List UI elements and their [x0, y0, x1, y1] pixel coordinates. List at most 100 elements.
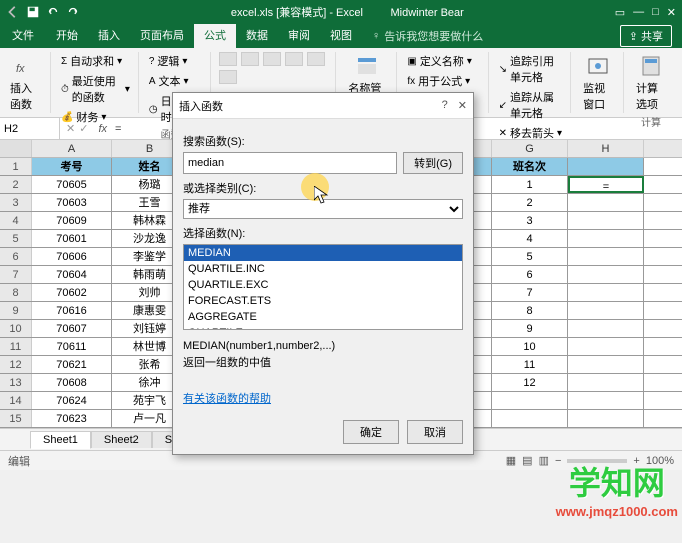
cell[interactable]: 考号 — [32, 158, 112, 175]
row-header[interactable]: 13 — [0, 374, 32, 391]
text-button[interactable]: A 文本 ▾ — [147, 72, 205, 90]
row-header[interactable]: 10 — [0, 320, 32, 337]
row-header[interactable]: 12 — [0, 356, 32, 373]
tab-review[interactable]: 审阅 — [278, 24, 320, 48]
tab-formula[interactable]: 公式 — [194, 24, 236, 48]
save-icon[interactable] — [26, 5, 40, 19]
cell[interactable]: 11 — [492, 356, 568, 373]
cell[interactable]: 70607 — [32, 320, 112, 337]
function-list-item[interactable]: AGGREGATE — [184, 309, 462, 325]
cell[interactable]: 70606 — [32, 248, 112, 265]
autosum-button[interactable]: Σ 自动求和 ▾ — [59, 52, 132, 70]
define-name-button[interactable]: ▣ 定义名称 ▾ — [405, 52, 481, 70]
recent-fn-button[interactable]: ⏱ 最近使用的函数 ▾ — [59, 72, 132, 106]
function-list-item[interactable]: QUARTILE — [184, 325, 462, 330]
category-select[interactable]: 推荐 — [183, 199, 463, 219]
more-icon[interactable] — [263, 52, 281, 66]
cell[interactable]: 4 — [492, 230, 568, 247]
cell[interactable]: 班名次 — [492, 158, 568, 175]
name-box[interactable]: H2 — [0, 118, 60, 139]
search-input[interactable] — [183, 152, 397, 174]
cell[interactable] — [568, 392, 644, 409]
logic-button[interactable]: ? 逻辑 ▾ — [147, 52, 205, 70]
maximize-icon[interactable]: □ — [652, 6, 659, 18]
row-header[interactable]: 6 — [0, 248, 32, 265]
function-list-item[interactable]: QUARTILE.EXC — [184, 277, 462, 293]
dialog-close-icon[interactable]: ✕ — [458, 99, 467, 112]
tab-insert[interactable]: 插入 — [88, 24, 130, 48]
dialog-help-icon[interactable]: ? — [442, 99, 448, 112]
function-list[interactable]: MEDIANQUARTILE.INCQUARTILE.EXCFORECAST.E… — [183, 244, 463, 330]
cell[interactable] — [568, 338, 644, 355]
row-header[interactable]: 2 — [0, 176, 32, 193]
lib-icon-6[interactable] — [219, 70, 237, 84]
row-header[interactable]: 7 — [0, 266, 32, 283]
cell[interactable]: 70616 — [32, 302, 112, 319]
share-button[interactable]: ⇪ 共享 — [620, 25, 672, 47]
go-button[interactable]: 转到(G) — [403, 152, 463, 174]
cell[interactable] — [568, 410, 644, 427]
cell[interactable]: 70608 — [32, 374, 112, 391]
cell[interactable]: 70603 — [32, 194, 112, 211]
row-header[interactable]: 1 — [0, 158, 32, 175]
row-header[interactable]: 8 — [0, 284, 32, 301]
cell[interactable] — [568, 194, 644, 211]
cell[interactable]: 70604 — [32, 266, 112, 283]
cell[interactable] — [568, 248, 644, 265]
row-header[interactable]: 9 — [0, 302, 32, 319]
trace-dep-button[interactable]: ↙ 追踪从属单元格 — [497, 88, 564, 122]
cell[interactable]: 70601 — [32, 230, 112, 247]
cell[interactable]: 2 — [492, 194, 568, 211]
cell[interactable] — [492, 410, 568, 427]
view-break-icon[interactable]: ▥ — [539, 454, 549, 467]
cell[interactable] — [568, 374, 644, 391]
undo-icon[interactable] — [46, 5, 60, 19]
use-in-formula-button[interactable]: fx 用于公式 ▾ — [405, 72, 481, 90]
cell[interactable]: 70605 — [32, 176, 112, 193]
math-icon[interactable] — [241, 52, 259, 66]
select-all-corner[interactable] — [0, 140, 32, 157]
col-header[interactable]: A — [32, 140, 112, 157]
cell[interactable] — [568, 320, 644, 337]
cancel-formula-icon[interactable]: ✕ — [66, 122, 75, 135]
fx-icon[interactable]: fx — [94, 123, 111, 135]
cell[interactable]: 70621 — [32, 356, 112, 373]
cell[interactable]: 5 — [492, 248, 568, 265]
help-link[interactable]: 有关该函数的帮助 — [183, 390, 271, 406]
close-icon[interactable]: ✕ — [667, 6, 676, 19]
enter-formula-icon[interactable]: ✓ — [79, 122, 88, 135]
tab-start[interactable]: 开始 — [46, 24, 88, 48]
function-list-item[interactable]: FORECAST.ETS — [184, 293, 462, 309]
lib-icon-5[interactable] — [307, 52, 325, 66]
trace-prec-button[interactable]: ↘ 追踪引用单元格 — [497, 52, 564, 86]
ribbon-options-icon[interactable]: ▭ — [615, 6, 625, 19]
cancel-button[interactable]: 取消 — [407, 420, 463, 444]
calc-options-button[interactable]: 计算选项 — [632, 52, 670, 114]
redo-icon[interactable] — [66, 5, 80, 19]
cell[interactable]: 7 — [492, 284, 568, 301]
cell[interactable]: 70624 — [32, 392, 112, 409]
minimize-icon[interactable]: — — [633, 6, 644, 18]
row-header[interactable]: 3 — [0, 194, 32, 211]
tab-file[interactable]: 文件 — [0, 24, 46, 48]
insert-function-button[interactable]: fx 插入函数 — [6, 52, 44, 114]
cell[interactable] — [568, 356, 644, 373]
cell[interactable]: 70611 — [32, 338, 112, 355]
watch-window-button[interactable]: 监视窗口 — [579, 52, 617, 114]
cell[interactable] — [568, 158, 644, 175]
function-list-item[interactable]: QUARTILE.INC — [184, 261, 462, 277]
cell[interactable] — [568, 212, 644, 229]
cell[interactable] — [568, 266, 644, 283]
cell[interactable]: 3 — [492, 212, 568, 229]
ok-button[interactable]: 确定 — [343, 420, 399, 444]
cell[interactable]: 6 — [492, 266, 568, 283]
cell[interactable] — [568, 302, 644, 319]
back-icon[interactable] — [6, 5, 20, 19]
lib-icon-4[interactable] — [285, 52, 303, 66]
col-header[interactable]: G — [492, 140, 568, 157]
cell[interactable]: 70623 — [32, 410, 112, 427]
row-header[interactable]: 4 — [0, 212, 32, 229]
function-list-item[interactable]: MEDIAN — [184, 245, 462, 261]
row-header[interactable]: 15 — [0, 410, 32, 427]
row-header[interactable]: 14 — [0, 392, 32, 409]
